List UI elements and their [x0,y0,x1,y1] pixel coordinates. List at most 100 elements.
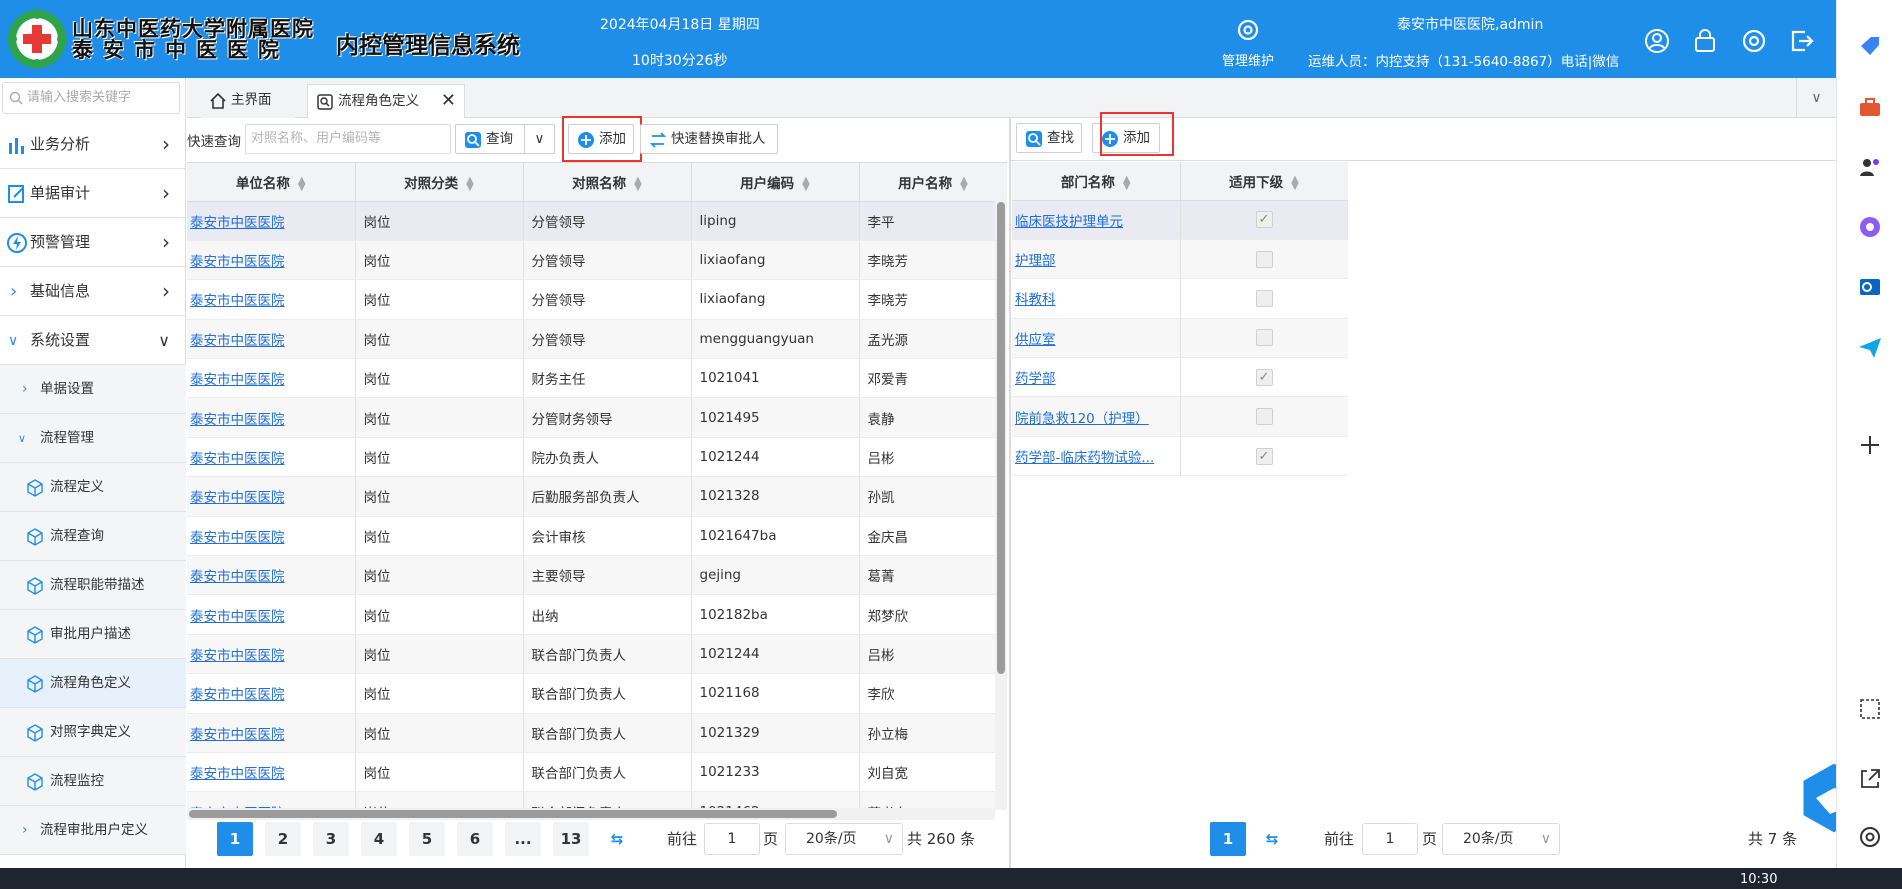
table-row[interactable]: 泰安市中医医院 岗位 联合部门负责人 1021233 刘自宽 [187,752,1007,793]
col-header-mapping-name[interactable]: 对照名称 ▲ ▼ [523,163,692,202]
sidebar-item-flow-function[interactable]: 流程职能带描述 [0,561,186,610]
sort-icon[interactable]: ▲ ▼ [298,175,306,192]
page-size-select[interactable]: 20条/页 ∨ [1442,823,1560,855]
unit-link[interactable]: 泰安市中医医院 [187,634,356,675]
checkbox-unchecked[interactable] [1255,250,1273,268]
checkbox-checked[interactable]: ✓ [1255,447,1273,465]
sidebar-item-flow-mgmt[interactable]: ∨ 流程管理 [0,414,186,463]
table-row[interactable]: 泰安市中医医院 岗位 院办负责人 1021244 吕彬 [187,437,1007,478]
col-header-user-code[interactable]: 用户编码 ▲ ▼ [691,163,860,202]
sidebar-item-approver-define[interactable]: › 流程审批用户定义 [0,806,186,855]
unit-link[interactable]: 泰安市中医医院 [187,358,356,399]
unit-link[interactable]: 泰安市中医医院 [187,594,356,635]
people-icon[interactable] [1857,154,1883,180]
checkbox-checked[interactable]: ✓ [1255,368,1273,386]
sort-icon[interactable]: ▲ ▼ [802,175,810,192]
sidebar-item-flow-define[interactable]: 流程定义 [0,463,186,512]
sidebar-item-doc-audit[interactable]: 单据审计 › [0,169,186,218]
copilot-icon[interactable] [1857,214,1883,240]
table-row[interactable]: 院前急救120（护理） [1012,396,1348,437]
page-size-select[interactable]: 20条/页 ∨ [785,823,903,855]
page-button-6[interactable]: 6 [457,822,493,856]
table-row[interactable]: 泰安市中医医院 岗位 分管财务领导 1021495 袁静 [187,397,1007,438]
checkbox-unchecked[interactable] [1255,329,1273,347]
department-link[interactable]: 药学部-临床药物试验... [1012,436,1181,477]
unit-link[interactable]: 泰安市中医医院 [187,397,356,438]
table-row[interactable]: 泰安市中医医院 岗位 联合部门负责人 1021168 李欣 [187,673,1007,714]
goto-page-input[interactable]: 1 [1362,823,1418,855]
page-button-1[interactable]: 1 [217,822,253,856]
unit-link[interactable]: 泰安市中医医院 [187,437,356,478]
page-button-1[interactable]: 1 [1210,822,1246,856]
tab-flow-role[interactable]: 流程角色定义 ✕ [307,84,465,118]
unit-link[interactable]: 泰安市中医医院 [187,713,356,753]
sidebar-item-doc-settings[interactable]: › 单据设置 [0,365,186,414]
tab-home[interactable]: 主界面 [201,84,295,118]
col-header-dept-name[interactable]: 部门名称 ▲ ▼ [1012,162,1181,201]
plus-icon[interactable] [1857,432,1883,458]
col-header-category[interactable]: 对照分类 ▲ ▼ [355,163,524,202]
unit-link[interactable]: 泰安市中医医院 [187,516,356,557]
horizontal-scrollbar[interactable] [187,808,995,820]
management-button[interactable]: 管理维护 [1216,18,1280,69]
department-link[interactable]: 护理部 [1012,239,1181,280]
department-link[interactable]: 科教科 [1012,278,1181,319]
department-link[interactable]: 临床医技护理单元 [1012,200,1181,240]
sidebar-item-flow-query[interactable]: 流程查询 [0,512,186,561]
checkbox-checked[interactable]: ✓ [1255,211,1273,229]
toolbox-icon[interactable] [1857,94,1883,120]
table-row[interactable]: 泰安市中医医院 岗位 出纳 102182ba 郑梦欣 [187,594,1007,635]
table-row[interactable]: 泰安市中医医院 岗位 分管领导 lixiaofang 李晓芳 [187,279,1007,320]
table-row[interactable]: 临床医技护理单元 ✓ [1012,200,1348,240]
table-row[interactable]: 泰安市中医医院 岗位 财务主任 1021041 邓爱青 [187,358,1007,399]
query-dropdown-chevron-icon[interactable]: ∨ [524,125,554,153]
refresh-icon[interactable]: ⇆ [599,822,635,856]
page-ellipsis-button[interactable]: ... [505,822,541,856]
floating-assistant-icon[interactable] [1794,758,1836,838]
unit-link[interactable]: 泰安市中医医院 [187,319,356,360]
table-row[interactable]: 科教科 [1012,278,1348,319]
sort-icon[interactable]: ▲ ▼ [1123,174,1131,191]
department-link[interactable]: 供应室 [1012,318,1181,359]
page-button-4[interactable]: 4 [361,822,397,856]
col-header-user-name[interactable]: 用户名称 ▲ ▼ [859,163,1007,202]
scrollbar-thumb[interactable] [189,810,837,818]
sidebar-item-business-analysis[interactable]: 业务分析 › [0,120,186,169]
col-header-apply-sub[interactable]: 适用下级 ▲ ▼ [1180,162,1348,201]
table-row[interactable]: 供应室 [1012,318,1348,359]
goto-page-input[interactable]: 1 [704,823,760,855]
table-row[interactable]: 泰安市中医医院 岗位 分管领导 mengguangyuan 孟光源 [187,319,1007,360]
unit-link[interactable]: 泰安市中医医院 [187,555,356,596]
unit-link[interactable]: 泰安市中医医院 [187,201,356,241]
sidebar-item-approver-desc[interactable]: 审批用户描述 [0,610,186,659]
find-button[interactable]: 查找 [1016,123,1082,153]
table-row[interactable]: 药学部 ✓ [1012,357,1348,398]
unit-link[interactable]: 泰安市中医医院 [187,279,356,320]
page-button-3[interactable]: 3 [313,822,349,856]
unit-link[interactable]: 泰安市中医医院 [187,673,356,714]
page-button-5[interactable]: 5 [409,822,445,856]
table-row[interactable]: 泰安市中医医院 岗位 后勤服务部负责人 1021328 孙凯 [187,476,1007,517]
department-link[interactable]: 药学部 [1012,357,1181,398]
outlook-icon[interactable] [1857,274,1883,300]
checkbox-unchecked[interactable] [1255,408,1273,426]
screenshot-icon[interactable] [1857,696,1883,722]
page-button-last[interactable]: 13 [553,822,589,856]
sidebar-item-flow-role[interactable]: 流程角色定义 [0,659,186,708]
col-header-unit[interactable]: 单位名称 ▲ ▼ [187,163,356,202]
sidebar-item-flow-monitor[interactable]: 流程监控 [0,757,186,806]
sort-icon[interactable]: ▲ ▼ [1291,174,1299,191]
page-button-2[interactable]: 2 [265,822,301,856]
settings-icon[interactable] [1741,28,1767,54]
unit-link[interactable]: 泰安市中医医院 [187,240,356,281]
quick-query-input[interactable]: 对照名称、用户编码等 [245,124,451,154]
sidebar-item-basic-info[interactable]: › 基础信息 › [0,267,186,316]
sort-icon[interactable]: ▲ ▼ [466,175,474,192]
table-row[interactable]: 泰安市中医医院 岗位 联合部门负责人 1021244 吕彬 [187,634,1007,675]
send-icon[interactable] [1857,334,1883,360]
quick-replace-approver-button[interactable]: 快速替换审批人 [640,124,778,154]
unit-link[interactable]: 泰安市中医医院 [187,476,356,517]
sort-icon[interactable]: ▲ ▼ [634,175,642,192]
table-row[interactable]: 药学部-临床药物试验... ✓ [1012,436,1348,477]
query-button[interactable]: 查询 ∨ [455,124,555,154]
